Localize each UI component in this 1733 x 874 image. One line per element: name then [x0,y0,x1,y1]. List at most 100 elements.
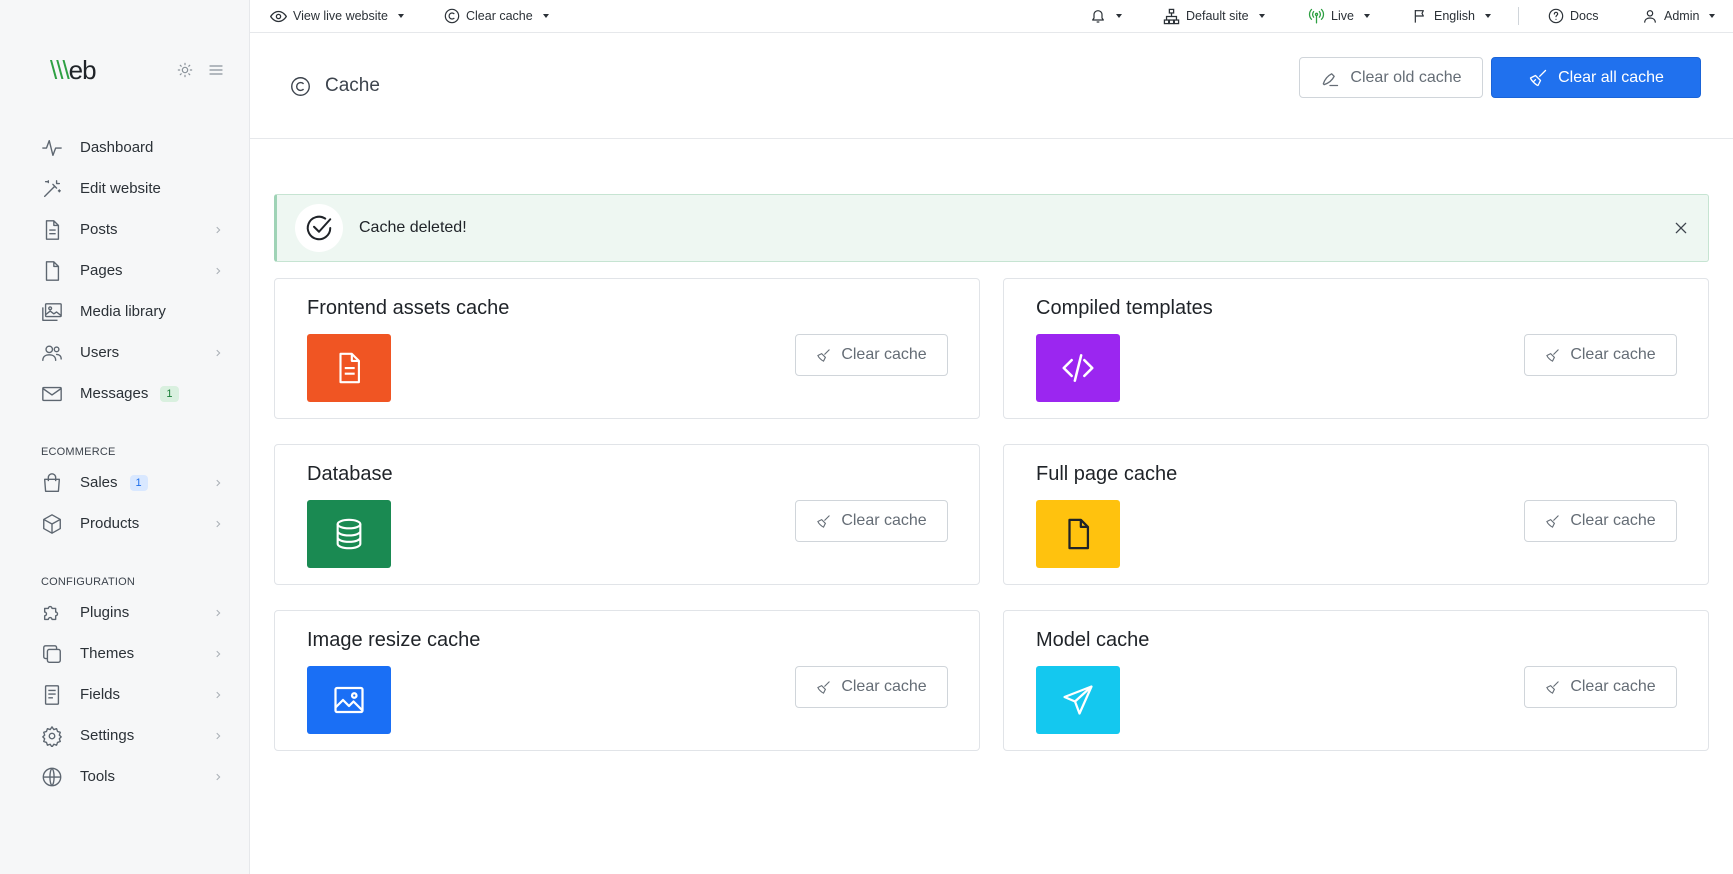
sidebar-item-sales[interactable]: Sales 1 [0,462,249,503]
card-icon-tile [1036,666,1120,734]
clear-cache-label: Clear cache [841,512,927,529]
cache-card-full-page: Full page cache Clear cache [1003,444,1709,585]
clear-old-cache-button[interactable]: Clear old cache [1299,57,1483,98]
gear-icon [41,725,63,747]
live-mode-dropdown[interactable]: Live [1308,8,1370,25]
caret-down-icon [1258,14,1265,18]
sidebar-item-settings[interactable]: Settings [0,715,249,756]
sidebar-item-media-library[interactable]: Media library [0,291,249,332]
chevron-right-icon [213,519,223,529]
clear-cache-label: Clear cache [1570,512,1656,529]
check-circle-icon [295,204,343,252]
docs-link[interactable]: Docs [1548,8,1598,24]
sidebar-item-pages[interactable]: Pages [0,250,249,291]
sidebar-item-themes[interactable]: Themes [0,633,249,674]
broom-icon [816,680,831,695]
user-menu-dropdown[interactable]: Admin [1642,8,1716,24]
copyright-cache-icon [290,76,311,97]
clear-cache-button[interactable]: Clear cache [1524,500,1677,542]
broom-icon [1545,514,1560,529]
users-icon [41,342,63,364]
clear-cache-button[interactable]: Clear cache [795,334,948,376]
antenna-icon [1308,8,1325,25]
caret-down-icon [542,14,549,18]
flag-icon [1412,8,1428,24]
caret-down-icon [1116,14,1122,18]
sidebar-item-label: Edit website [80,180,161,197]
close-icon[interactable] [1670,217,1692,239]
clear-cache-button[interactable]: Clear cache [795,666,948,708]
bell-icon [1090,8,1106,24]
eraser-icon [1320,68,1340,88]
logo-row: \\\ eb [50,55,225,86]
chevron-right-icon [213,608,223,618]
sidebar-item-label: Themes [80,645,135,662]
sidebar-item-products[interactable]: Products [0,503,249,544]
language-label: English [1434,9,1475,23]
clear-cache-dropdown[interactable]: Clear cache [444,8,549,24]
sidebar-item-label: Products [80,515,140,532]
sidebar-item-label: Messages [80,385,149,402]
clear-all-cache-button[interactable]: Clear all cache [1491,57,1701,98]
view-live-website-dropdown[interactable]: View live website [270,8,404,25]
page-title: Cache [290,75,380,97]
clear-cache-label: Clear cache [1570,346,1656,363]
sidebar-item-posts[interactable]: Posts [0,209,249,250]
site-selector-label: Default site [1186,9,1249,23]
menu-toggle-icon[interactable] [207,62,225,78]
sidebar-item-edit-website[interactable]: Edit website [0,168,249,209]
sidebar-item-label: Settings [80,727,135,744]
topbar-divider [1518,7,1519,25]
cache-card-database: Database Clear cache [274,444,980,585]
cache-card-frontend-assets: Frontend assets cache Clear cache [274,278,980,419]
site-selector-dropdown[interactable]: Default site [1163,8,1265,25]
sidebar: \\\ eb Dashboard Edit website Posts Page… [0,0,250,874]
sitemap-icon [1163,8,1180,25]
card-title: Image resize cache [307,629,481,651]
clear-old-cache-label: Clear old cache [1350,68,1462,86]
sidebar-item-messages[interactable]: Messages 1 [0,373,249,414]
code-icon [1059,349,1097,387]
sidebar-item-label: Sales [80,474,118,491]
sidebar-item-plugins[interactable]: Plugins [0,592,249,633]
clear-cache-button[interactable]: Clear cache [1524,666,1677,708]
sidebar-item-users[interactable]: Users [0,332,249,373]
chevron-right-icon [213,478,223,488]
clear-cache-label: Clear cache [841,678,927,695]
file-text-icon [332,351,366,385]
clear-all-cache-label: Clear all cache [1558,68,1664,86]
language-dropdown[interactable]: English [1412,8,1491,24]
sidebar-nav: Dashboard Edit website Posts Pages Media… [0,127,249,797]
clear-cache-label: Clear cache [466,9,533,23]
clear-cache-button[interactable]: Clear cache [1524,334,1677,376]
form-icon [41,684,63,706]
sidebar-item-label: Users [80,344,120,361]
copy-icon [41,643,63,665]
send-icon [1060,682,1096,718]
broom-icon [1528,68,1548,88]
sidebar-item-dashboard[interactable]: Dashboard [0,127,249,168]
chevron-right-icon [213,649,223,659]
theme-toggle-sun-icon[interactable] [177,62,193,78]
card-icon-tile [1036,334,1120,402]
magic-wand-icon [41,178,63,200]
user-icon [1642,8,1658,24]
sidebar-item-label: Plugins [80,604,130,621]
clear-cache-label: Clear cache [841,346,927,363]
topbar: View live website Clear cache Default si… [250,0,1733,33]
page-icon [41,260,63,282]
sidebar-item-fields[interactable]: Fields [0,674,249,715]
image-icon [331,682,367,718]
sidebar-item-label: Pages [80,262,123,279]
card-icon-tile [307,334,391,402]
card-title: Model cache [1036,629,1150,651]
caret-down-icon [397,14,404,18]
sidebar-item-label: Posts [80,221,118,238]
notifications-dropdown[interactable] [1090,8,1122,24]
cache-card-model: Model cache Clear cache [1003,610,1709,751]
sidebar-item-tools[interactable]: Tools [0,756,249,797]
logo[interactable]: \\\ eb [50,55,97,86]
clear-cache-button[interactable]: Clear cache [795,500,948,542]
clear-cache-label: Clear cache [1570,678,1656,695]
sidebar-item-label: Tools [80,768,116,785]
